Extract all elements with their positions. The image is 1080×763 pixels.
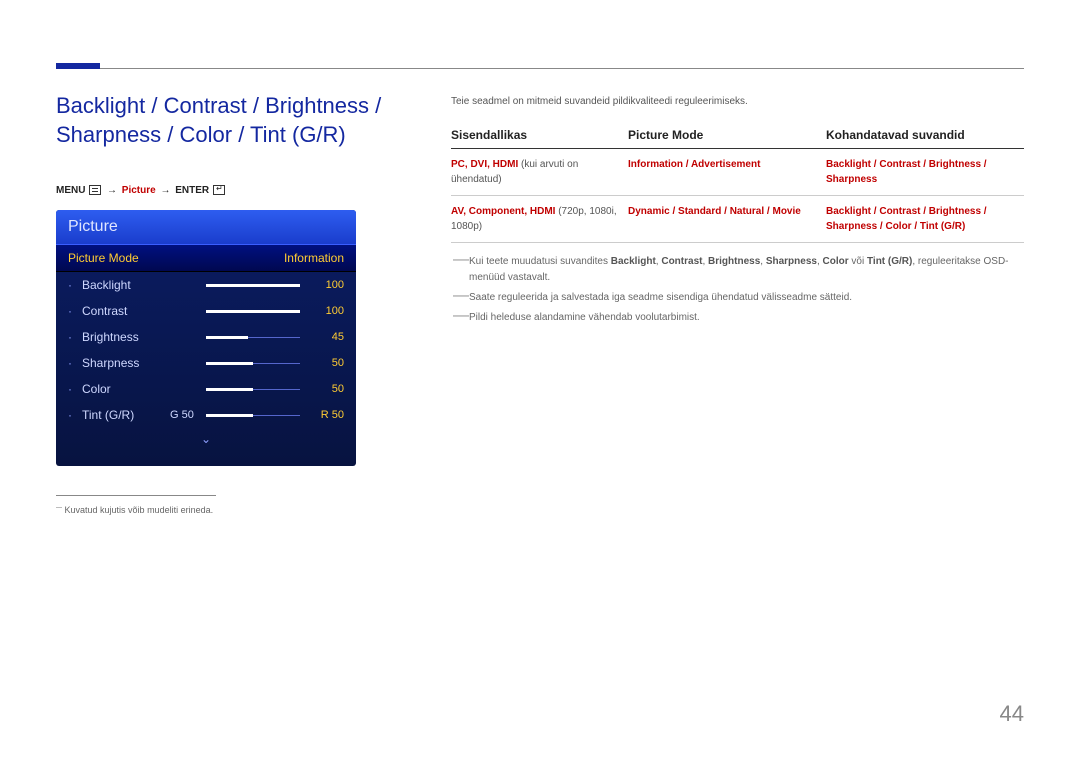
slider[interactable] — [206, 363, 300, 364]
note-3: ― Pildi heleduse alandamine vähendab voo… — [451, 310, 1024, 326]
footnote-rule — [56, 495, 216, 496]
osd-row-sharpness[interactable]: · Sharpness 50 — [56, 350, 356, 376]
th-picture-mode: Picture Mode — [628, 128, 826, 142]
row-extra: G 50 — [170, 409, 198, 421]
notes-block: ― Kui teete muudatusi suvandites Backlig… — [451, 254, 1024, 330]
mode-red: Information / Advertisement — [628, 159, 760, 170]
row-label: Tint (G/R) — [82, 408, 162, 422]
row-label: Color — [82, 382, 162, 396]
slider[interactable] — [206, 415, 300, 416]
options-red: Backlight / Contrast / Brightness / Shar… — [826, 206, 987, 232]
table-row: PC, DVI, HDMI (kui arvuti on ühendatud) … — [451, 149, 1024, 196]
breadcrumb-picture: Picture — [122, 185, 156, 196]
intro-text: Teie seadmel on mitmeid suvandeid pildik… — [451, 96, 748, 107]
footnote-text: Kuvatud kujutis võib mudeliti erineda. — [65, 505, 214, 515]
arrow-icon: → — [107, 185, 117, 196]
footnote: ― Kuvatud kujutis võib mudeliti erineda. — [56, 505, 213, 515]
top-accent — [56, 63, 100, 69]
row-label: Contrast — [82, 304, 162, 318]
table-row: AV, Component, HDMI (720p, 1080i, 1080p)… — [451, 196, 1024, 243]
slider[interactable] — [206, 337, 300, 338]
note-text: Saate reguleerida ja salvestada iga sead… — [469, 292, 852, 303]
bold: Tint (G/R) — [867, 256, 912, 267]
bold: Backlight — [611, 256, 656, 267]
note-2: ― Saate reguleerida ja salvestada iga se… — [451, 290, 1024, 306]
bullet-icon: · — [68, 278, 72, 292]
row-value: 50 — [308, 357, 344, 369]
picture-mode-label: Picture Mode — [68, 251, 139, 265]
dash-icon: ― — [453, 290, 469, 302]
slider[interactable] — [206, 389, 300, 390]
dash-icon: ― — [453, 254, 469, 266]
mode-red: Dynamic / Standard / Natural / Movie — [628, 206, 801, 217]
note-text: või — [849, 256, 867, 267]
row-label: Brightness — [82, 330, 162, 344]
cell-mode: Dynamic / Standard / Natural / Movie — [628, 204, 826, 234]
note-1: ― Kui teete muudatusi suvandites Backlig… — [451, 254, 1024, 286]
bullet-icon: · — [68, 382, 72, 396]
dash-icon: ― — [453, 310, 469, 322]
row-label: Sharpness — [82, 356, 162, 370]
cell-source: AV, Component, HDMI (720p, 1080i, 1080p) — [451, 204, 628, 234]
slider[interactable] — [206, 311, 300, 312]
enter-label: ENTER — [175, 185, 209, 196]
row-value: 100 — [308, 305, 344, 317]
bullet-icon: · — [68, 304, 72, 318]
options-red: Backlight / Contrast / Brightness / Shar… — [826, 159, 987, 185]
bullet-icon: · — [68, 356, 72, 370]
osd-row-tint[interactable]: · Tint (G/R) G 50 R 50 — [56, 402, 356, 428]
osd-row-color[interactable]: · Color 50 — [56, 376, 356, 402]
row-value: 50 — [308, 383, 344, 395]
osd-row-contrast[interactable]: · Contrast 100 — [56, 298, 356, 324]
bold: Contrast — [661, 256, 702, 267]
th-source: Sisendallikas — [451, 128, 628, 142]
osd-row-brightness[interactable]: · Brightness 45 — [56, 324, 356, 350]
cell-options: Backlight / Contrast / Brightness / Shar… — [826, 157, 1024, 187]
row-value: R 50 — [308, 409, 344, 421]
osd-selected-row[interactable]: Picture Mode Information — [56, 244, 356, 272]
source-red: PC, DVI, HDMI — [451, 159, 518, 170]
row-label: Backlight — [82, 278, 162, 292]
slider[interactable] — [206, 285, 300, 286]
bold: Color — [823, 256, 849, 267]
cell-options: Backlight / Contrast / Brightness / Shar… — [826, 204, 1024, 234]
top-rule — [56, 68, 1024, 69]
breadcrumb: MENU → Picture → ENTER — [56, 185, 226, 196]
menu-label: MENU — [56, 185, 85, 196]
source-red: AV, Component, HDMI — [451, 206, 555, 217]
page-title: Backlight / Contrast / Brightness / Shar… — [56, 92, 416, 149]
note-text: Pildi heleduse alandamine vähendab voolu… — [469, 312, 700, 323]
osd-row-backlight[interactable]: · Backlight 100 — [56, 272, 356, 298]
bullet-icon: · — [68, 330, 72, 344]
bullet-icon: · — [68, 408, 72, 422]
cell-mode: Information / Advertisement — [628, 157, 826, 187]
bold: Brightness — [708, 256, 760, 267]
options-table: Sisendallikas Picture Mode Kohandatavad … — [451, 128, 1024, 243]
osd-panel: Picture Picture Mode Information · Backl… — [56, 210, 356, 466]
note-text: Kui teete muudatusi suvandites — [469, 256, 611, 267]
cell-source: PC, DVI, HDMI (kui arvuti on ühendatud) — [451, 157, 628, 187]
menu-icon — [89, 185, 101, 195]
th-options: Kohandatavad suvandid — [826, 128, 1024, 142]
row-value: 100 — [308, 279, 344, 291]
arrow-icon: → — [160, 185, 170, 196]
row-value: 45 — [308, 331, 344, 343]
page-number: 44 — [1000, 701, 1024, 727]
chevron-down-icon[interactable]: ⌄ — [56, 428, 356, 446]
picture-mode-value: Information — [284, 251, 344, 265]
table-header-row: Sisendallikas Picture Mode Kohandatavad … — [451, 128, 1024, 149]
osd-header: Picture — [56, 210, 356, 244]
bold: Sharpness — [766, 256, 817, 267]
enter-icon — [213, 185, 225, 195]
